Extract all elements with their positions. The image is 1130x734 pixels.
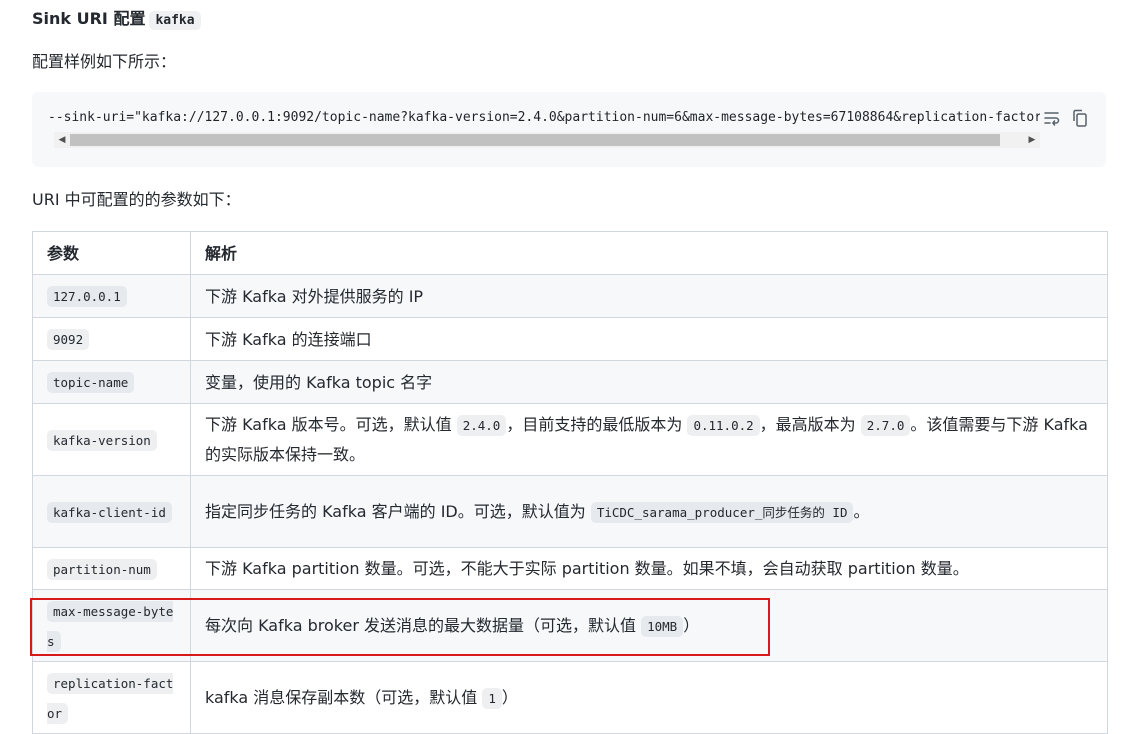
header-param: 参数: [32, 231, 191, 275]
desc-cell: 下游 Kafka partition 数量。可选，不能大于实际 partitio…: [190, 547, 1108, 590]
desc-text: ）: [501, 687, 518, 707]
param-code: kafka-client-id: [47, 501, 172, 523]
param-code: replication-factor: [47, 672, 174, 724]
param-cell: replication-factor: [32, 661, 191, 734]
table-row: 9092 下游 Kafka 的连接端口: [32, 317, 1108, 361]
uri-params-intro: URI 中可配置的的参数如下：: [32, 190, 241, 209]
param-cell: topic-name: [32, 360, 191, 404]
desc-text: ，最高版本为: [759, 415, 861, 434]
copy-icon[interactable]: [1070, 108, 1090, 128]
table-row: replication-factor kafka 消息保存副本数（可选，默认值 1…: [32, 661, 1108, 734]
param-cell: kafka-client-id: [32, 475, 191, 548]
desc-text: 下游 Kafka 对外提供服务的 IP: [205, 286, 424, 306]
desc-cell: 指定同步任务的 Kafka 客户端的 ID。可选，默认值为 TiCDC_sara…: [190, 475, 1108, 548]
desc-text: ，目前支持的最低版本为: [506, 415, 688, 434]
highlight-box: [30, 598, 770, 656]
params-table: 参数 解析 127.0.0.1 下游 Kafka 对外提供服务的 IP 9092 下游…: [32, 231, 1108, 734]
desc-text: 下游 Kafka 的连接端口: [205, 329, 372, 349]
intro-text: 配置样例如下所示：: [32, 52, 177, 71]
param-code: partition-num: [47, 558, 157, 580]
desc-cell: 下游 Kafka 对外提供服务的 IP: [190, 274, 1108, 318]
table-row: kafka-version 下游 Kafka 版本号。可选，默认值 2.4.0 ，目…: [32, 403, 1108, 476]
desc-code: 1: [482, 687, 502, 709]
param-cell: 9092: [32, 317, 191, 361]
desc-code: 0.11.0.2: [687, 415, 760, 436]
param-cell: 127.0.0.1: [32, 274, 191, 318]
header-desc: 解析: [190, 231, 1108, 275]
table-row: topic-name 变量，使用的 Kafka topic 名字: [32, 360, 1108, 404]
desc-text: 。: [853, 501, 870, 521]
table-row: 127.0.0.1 下游 Kafka 对外提供服务的 IP: [32, 274, 1108, 318]
desc-cell: 下游 Kafka 版本号。可选，默认值 2.4.0 ，目前支持的最低版本为 0.1…: [190, 403, 1108, 476]
desc-cell: 下游 Kafka 的连接端口: [190, 317, 1108, 361]
table-row: partition-num 下游 Kafka partition 数量。可选，不能…: [32, 547, 1108, 590]
scroll-left-icon[interactable]: ◀: [54, 132, 70, 148]
desc-text: 指定同步任务的 Kafka 客户端的 ID。可选，默认值为: [205, 501, 591, 521]
param-cell: partition-num: [32, 547, 191, 590]
param-code: topic-name: [47, 372, 135, 393]
param-cell: kafka-version: [32, 403, 191, 476]
desc-text: 下游 Kafka 版本号。可选，默认值: [205, 415, 457, 434]
table-row: kafka-client-id 指定同步任务的 Kafka 客户端的 ID。可选，…: [32, 475, 1108, 548]
code-block: --sink-uri="kafka://127.0.0.1:9092/topic…: [32, 92, 1106, 167]
desc-code: 2.4.0: [456, 415, 507, 436]
wrap-lines-icon[interactable]: [1042, 108, 1062, 128]
param-code: 127.0.0.1: [47, 286, 127, 307]
desc-text: kafka 消息保存副本数（可选，默认值: [205, 687, 483, 707]
desc-cell: 变量，使用的 Kafka topic 名字: [190, 360, 1108, 404]
horizontal-scrollbar[interactable]: ◀ ▶: [54, 132, 1040, 148]
param-code: 9092: [47, 329, 90, 350]
desc-cell: kafka 消息保存副本数（可选，默认值 1）: [190, 661, 1108, 734]
scroll-thumb[interactable]: [70, 134, 1000, 146]
scroll-right-icon[interactable]: ▶: [1024, 132, 1040, 148]
desc-code: TiCDC_sarama_producer_同步任务的 ID: [590, 501, 854, 523]
table-header-row: 参数 解析: [32, 231, 1108, 275]
desc-code: 2.7.0: [860, 415, 911, 436]
desc-text: 下游 Kafka partition 数量。可选，不能大于实际 partitio…: [205, 559, 969, 578]
heading-text: Sink URI 配置: [32, 9, 146, 28]
desc-text: 变量，使用的 Kafka topic 名字: [205, 372, 433, 392]
heading-code: kafka: [149, 11, 201, 30]
param-code: kafka-version: [47, 429, 157, 451]
section-heading: Sink URI 配置 kafka: [32, 8, 201, 32]
code-line[interactable]: --sink-uri="kafka://127.0.0.1:9092/topic…: [48, 108, 1040, 128]
